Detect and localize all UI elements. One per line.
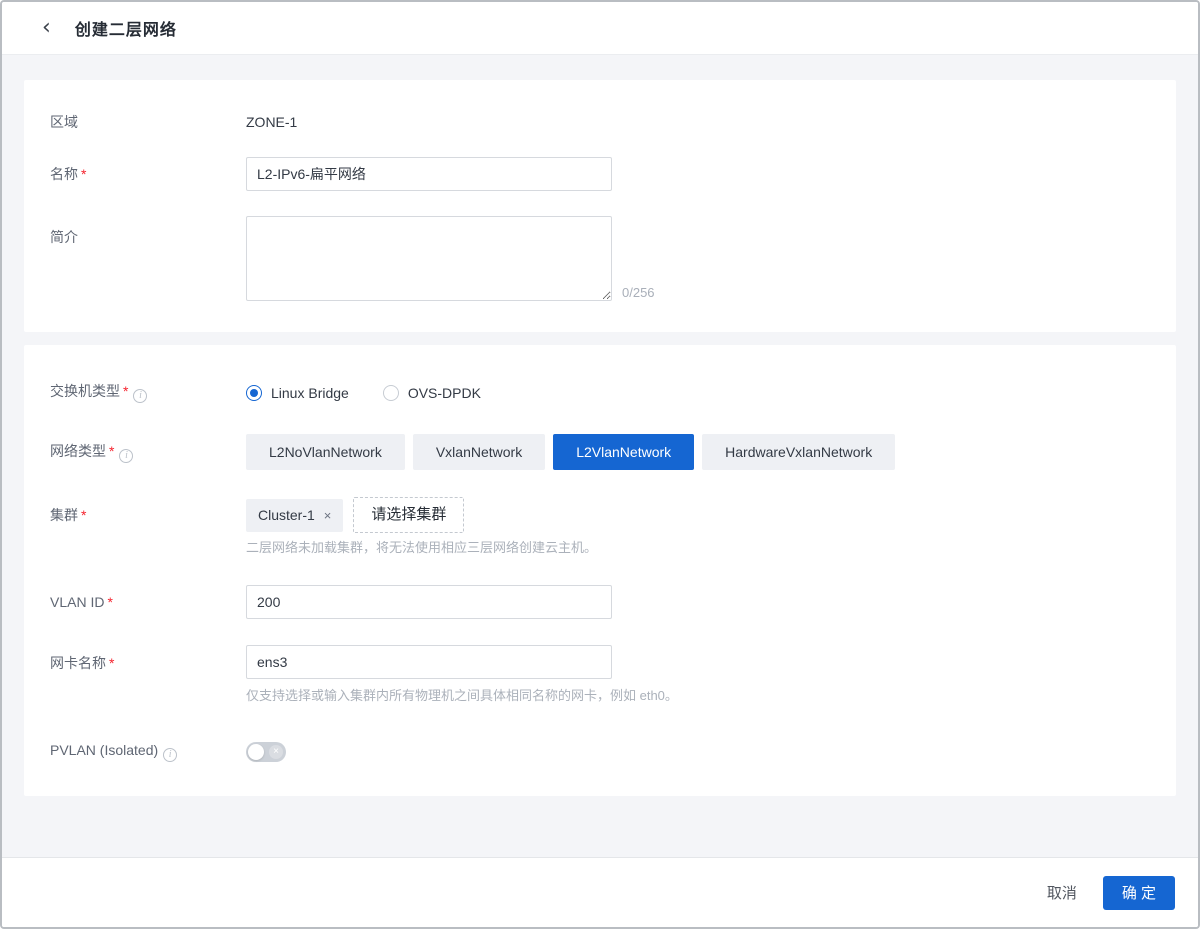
zone-value: ZONE-1 — [246, 113, 1150, 131]
select-cluster-button[interactable]: 请选择集群 — [353, 497, 464, 533]
nettype-l2novlan-button[interactable]: L2NoVlanNetwork — [246, 434, 405, 470]
zone-label: 区域 — [50, 113, 246, 131]
char-counter: 0/256 — [622, 285, 655, 301]
nettype-hardwarevxlan-button[interactable]: HardwareVxlanNetwork — [702, 434, 895, 470]
zone-row: 区域 ZONE-1 — [50, 113, 1150, 131]
network-type-options: L2NoVlanNetwork VxlanNetwork L2VlanNetwo… — [246, 434, 1150, 470]
network-type-label: 网络类型*i — [50, 442, 246, 463]
nic-helper-text: 仅支持选择或输入集群内所有物理机之间具体相同名称的网卡，例如 eth0。 — [246, 687, 1150, 705]
radio-icon — [246, 385, 262, 401]
create-l2-network-page: ‹ 创建二层网络 区域 ZONE-1 名称* 简介 — [0, 0, 1200, 929]
tag-close-icon[interactable]: × — [324, 508, 332, 523]
radio-icon — [383, 385, 399, 401]
confirm-button[interactable]: 确 定 — [1103, 876, 1175, 910]
info-icon[interactable]: i — [163, 748, 177, 762]
radio-linux-bridge[interactable]: Linux Bridge — [246, 385, 349, 401]
nic-name-label: 网卡名称* — [50, 645, 246, 672]
name-label: 名称* — [50, 165, 246, 183]
switch-type-row: 交换机类型*i Linux Bridge OVS-DPDK — [50, 382, 1150, 403]
vlan-id-input[interactable] — [246, 585, 612, 619]
cluster-tag-label: Cluster-1 — [258, 507, 315, 523]
info-icon[interactable]: i — [133, 389, 147, 403]
toggle-off-icon: × — [269, 745, 283, 759]
pvlan-label: PVLAN (Isolated)i — [50, 741, 246, 762]
form-content: 区域 ZONE-1 名称* 简介 0/256 — [2, 55, 1198, 857]
required-mark: * — [81, 166, 86, 182]
required-mark: * — [109, 443, 114, 459]
page-footer: 取消 确 定 — [2, 857, 1198, 927]
switch-type-options: Linux Bridge OVS-DPDK — [246, 385, 1150, 401]
required-mark: * — [81, 507, 86, 523]
info-icon[interactable]: i — [119, 449, 133, 463]
toggle-knob — [248, 744, 264, 760]
pvlan-row: PVLAN (Isolated)i × — [50, 741, 1150, 762]
cluster-helper-text: 二层网络未加载集群，将无法使用相应三层网络创建云主机。 — [246, 539, 1150, 557]
cancel-button[interactable]: 取消 — [1047, 882, 1077, 903]
pvlan-toggle[interactable]: × — [246, 742, 286, 762]
nic-name-row: 网卡名称* 仅支持选择或输入集群内所有物理机之间具体相同名称的网卡，例如 eth… — [50, 645, 1150, 705]
switch-type-label: 交换机类型*i — [50, 382, 246, 403]
description-row: 简介 0/256 — [50, 216, 1150, 301]
network-type-row: 网络类型*i L2NoVlanNetwork VxlanNetwork L2Vl… — [50, 434, 1150, 470]
cluster-label: 集群* — [50, 497, 246, 524]
vlan-id-label: VLAN ID* — [50, 593, 246, 611]
cluster-tag: Cluster-1 × — [246, 499, 343, 532]
cluster-row: 集群* Cluster-1 × 请选择集群 二层网络未加载集群，将无法使用相应三… — [50, 497, 1150, 557]
radio-ovs-dpdk[interactable]: OVS-DPDK — [383, 385, 481, 401]
page-header: ‹ 创建二层网络 — [2, 2, 1198, 55]
description-textarea[interactable] — [246, 216, 612, 301]
required-mark: * — [107, 594, 112, 610]
vlan-id-row: VLAN ID* — [50, 585, 1150, 619]
required-mark: * — [109, 655, 114, 671]
required-mark: * — [123, 383, 128, 399]
name-input[interactable] — [246, 157, 612, 191]
nettype-l2vlan-button[interactable]: L2VlanNetwork — [553, 434, 694, 470]
back-icon[interactable]: ‹ — [42, 18, 51, 38]
name-row: 名称* — [50, 157, 1150, 191]
page-title: 创建二层网络 — [75, 16, 177, 40]
basic-info-card: 区域 ZONE-1 名称* 简介 0/256 — [24, 80, 1176, 332]
nic-name-input[interactable] — [246, 645, 612, 679]
description-label: 简介 — [50, 216, 246, 246]
nettype-vxlan-button[interactable]: VxlanNetwork — [413, 434, 545, 470]
network-config-card: 交换机类型*i Linux Bridge OVS-DPDK 网络类型*i — [24, 345, 1176, 796]
